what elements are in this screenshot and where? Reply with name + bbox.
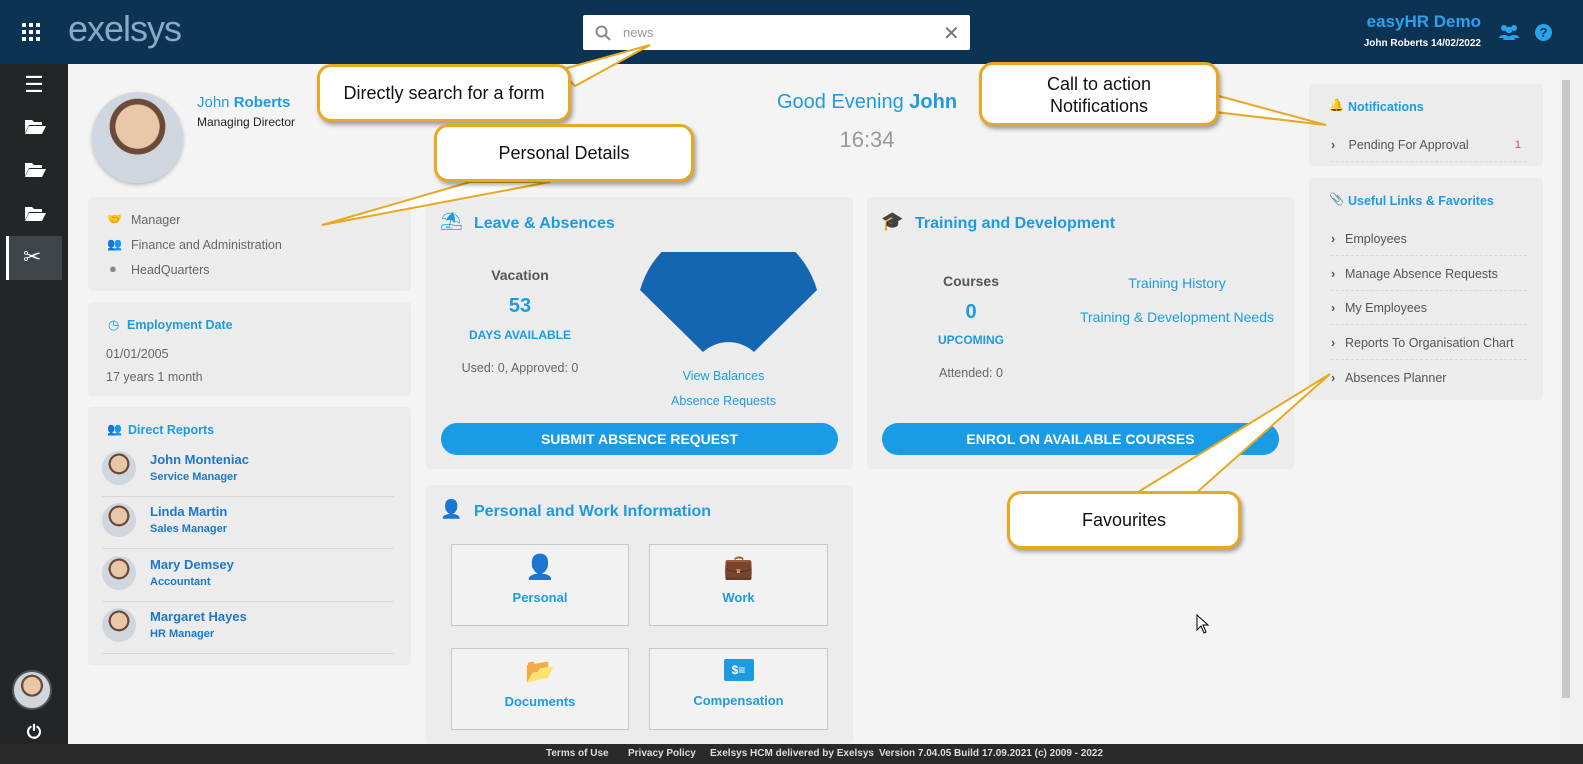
favourites-callout: Favourites bbox=[1007, 491, 1241, 549]
terms-link[interactable]: Terms of Use bbox=[546, 748, 609, 759]
privacy-link[interactable]: Privacy Policy bbox=[628, 748, 696, 759]
delivered-by-text: Exelsys HCM delivered by Exelsys bbox=[710, 748, 874, 759]
callout-line: Notifications bbox=[1049, 96, 1149, 116]
footer: Terms of Use Privacy Policy Exelsys HCM … bbox=[0, 744, 1583, 764]
personal-details-callout: Personal Details bbox=[434, 124, 694, 182]
callout-line: Call to action bbox=[1046, 74, 1152, 94]
search-callout: Directly search for a form bbox=[317, 64, 571, 122]
mouse-cursor-icon bbox=[1196, 614, 1210, 634]
version-text: Version 7.04.05 Build 17.09.2021 (c) 200… bbox=[879, 748, 1104, 759]
callout-pointers bbox=[321, 44, 1331, 495]
notifications-callout: Call to action Notifications bbox=[979, 62, 1219, 126]
